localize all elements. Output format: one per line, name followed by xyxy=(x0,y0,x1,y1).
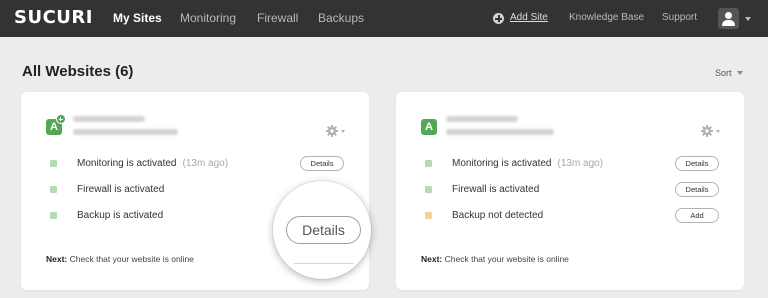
status-text: Backup not detected xyxy=(452,210,544,221)
plus-circle-icon[interactable] xyxy=(493,13,504,24)
nav-monitoring[interactable]: Monitoring xyxy=(180,11,236,25)
user-menu-button[interactable] xyxy=(718,8,739,29)
magnified-divider xyxy=(294,263,354,264)
redacted-site-name xyxy=(73,116,145,122)
status-dot xyxy=(50,186,57,193)
gear-icon[interactable] xyxy=(326,125,338,137)
plus-badge-icon xyxy=(56,114,66,124)
website-card: A Monitoring is activated (13m ago) Detai… xyxy=(396,92,744,290)
chevron-down-icon[interactable] xyxy=(716,130,720,133)
next-label: Next: xyxy=(421,254,443,264)
status-text: Firewall is activated xyxy=(452,184,540,195)
status-dot xyxy=(425,186,432,193)
nav-my-sites[interactable]: My Sites xyxy=(113,11,162,25)
chevron-down-icon xyxy=(736,71,743,75)
knowledge-base-link[interactable]: Knowledge Base xyxy=(569,12,644,24)
details-button[interactable]: Details xyxy=(675,156,719,171)
status-text: Firewall is activated xyxy=(77,184,165,195)
add-backup-button[interactable]: Add xyxy=(675,208,719,223)
details-button[interactable]: Details xyxy=(675,182,719,197)
status-time: (13m ago) xyxy=(182,158,229,169)
top-nav-bar: SUCURI My Sites Monitoring Firewall Back… xyxy=(0,0,768,37)
status-dot xyxy=(50,212,57,219)
nav-firewall[interactable]: Firewall xyxy=(257,11,298,25)
add-site-link[interactable]: Add Site xyxy=(510,12,548,24)
page-title: All Websites (6) xyxy=(22,63,134,80)
chevron-down-icon[interactable] xyxy=(341,130,345,133)
status-dot xyxy=(425,160,432,167)
next-step-hint: Next: Check that your website is online xyxy=(421,254,569,265)
sort-label: Sort xyxy=(715,68,732,78)
nav-backups[interactable]: Backups xyxy=(318,11,364,25)
redacted-site-name xyxy=(446,116,518,122)
next-step-hint: Next: Check that your website is online xyxy=(46,254,194,265)
status-time: (13m ago) xyxy=(557,158,604,169)
gear-icon[interactable] xyxy=(701,125,713,137)
details-button[interactable]: Details xyxy=(300,156,344,171)
site-badge: A xyxy=(421,119,437,135)
status-text: Backup is activated xyxy=(77,210,164,221)
next-label: Next: xyxy=(46,254,68,264)
status-dot xyxy=(50,160,57,167)
magnifier-callout: Details xyxy=(273,181,371,279)
next-text: Check that your website is online xyxy=(444,254,569,264)
status-text: Monitoring is activated xyxy=(452,158,552,169)
next-text: Check that your website is online xyxy=(69,254,194,264)
sort-dropdown[interactable]: Sort xyxy=(715,68,743,79)
status-dot-warning xyxy=(425,212,432,219)
chevron-down-icon[interactable] xyxy=(745,17,751,21)
sucuri-logo[interactable]: SUCURI xyxy=(14,8,93,28)
status-text: Monitoring is activated xyxy=(77,158,177,169)
redacted-site-url xyxy=(73,129,178,135)
magnified-details-button[interactable]: Details xyxy=(286,216,361,244)
redacted-site-url xyxy=(446,129,554,135)
support-link[interactable]: Support xyxy=(662,12,697,24)
